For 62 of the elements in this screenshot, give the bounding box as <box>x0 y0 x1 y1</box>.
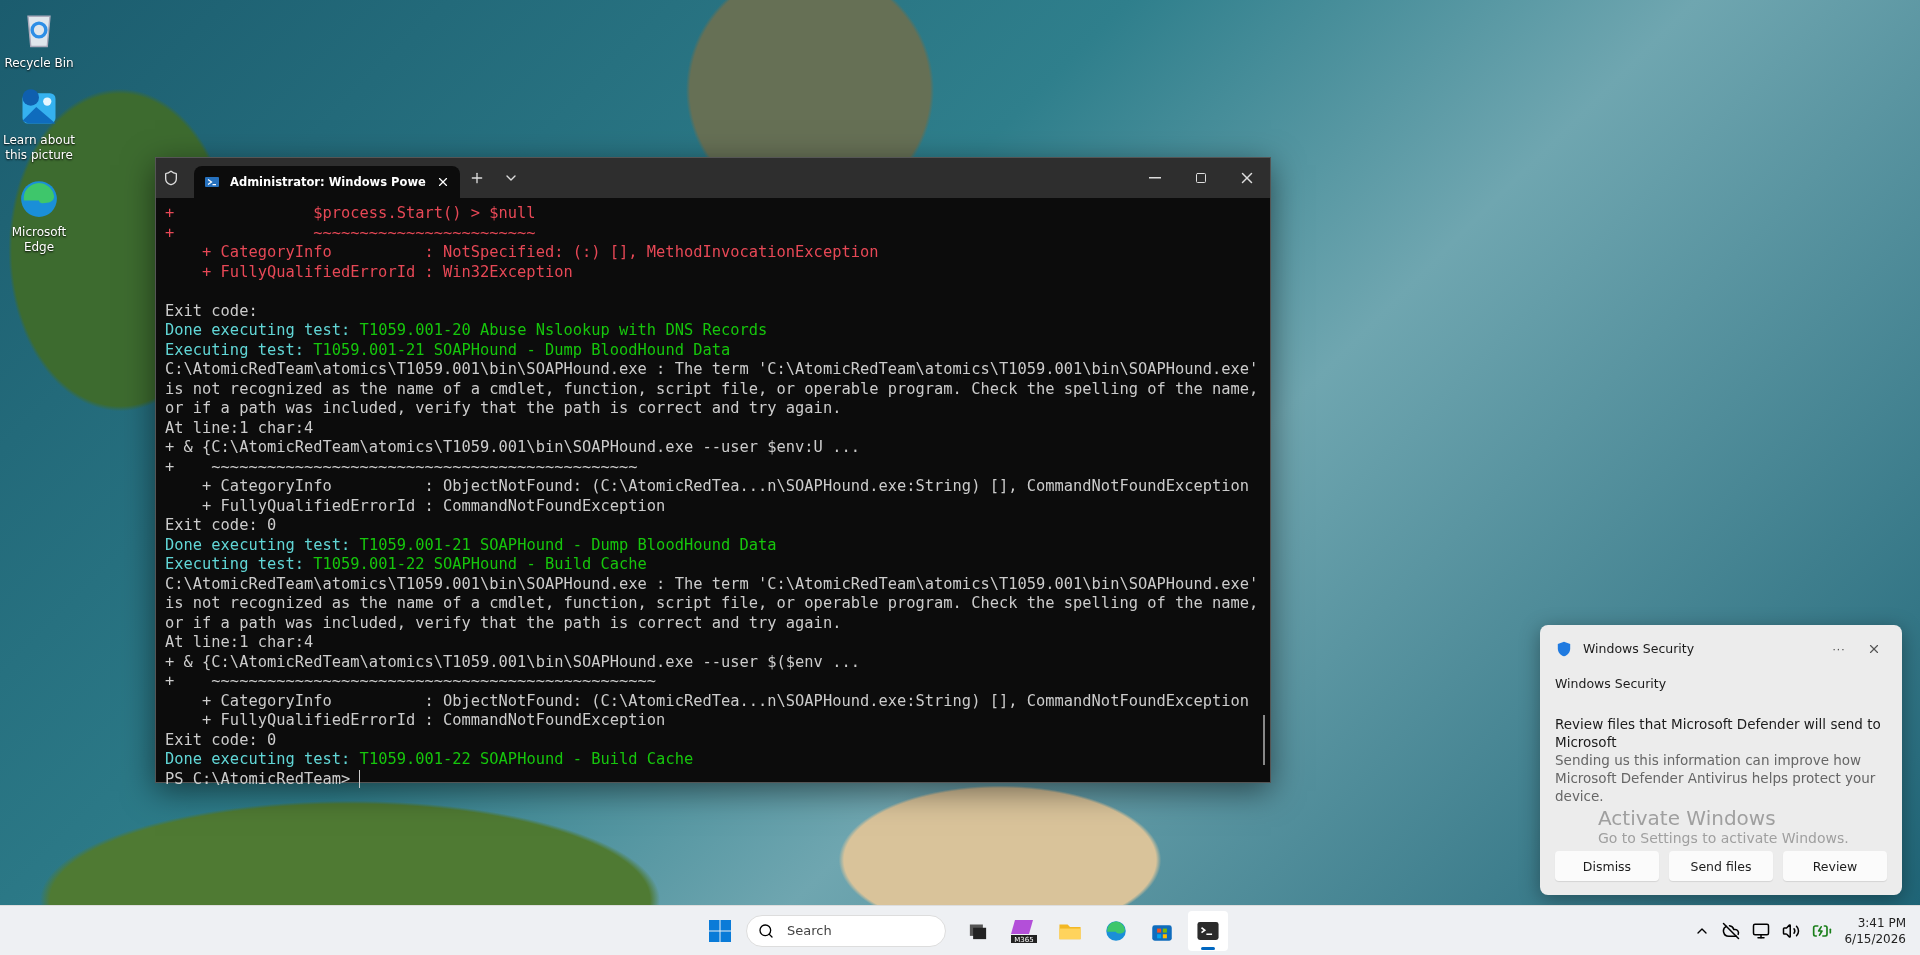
output-line: At line:1 char:4 <box>165 633 314 653</box>
test-name: T1059.001-21 SOAPHound - Dump BloodHound Data <box>359 535 777 555</box>
status-label: Done executing test: <box>165 535 351 555</box>
error-line: + FullyQualifiedErrorId : Win32Exception <box>201 262 573 282</box>
error-line: + $process.Start() > $null <box>165 204 536 224</box>
maximize-icon <box>1195 172 1207 184</box>
notification-app-name: Windows Security <box>1583 641 1696 656</box>
output-line: Exit code: 0 <box>165 516 277 536</box>
error-line: + CategoryInfo : NotSpecified: (:) [], MethodInvocationException <box>201 243 879 263</box>
output-line: or if a path was included, verify that the path is correct and try again. <box>165 613 842 633</box>
output-line: Exit code: 0 <box>165 730 277 750</box>
volume-icon[interactable] <box>1782 921 1801 940</box>
output-line: Exit code: <box>165 301 258 321</box>
text-cursor <box>359 769 361 788</box>
notification-heading: Review files that Microsoft Defender will send to Microsoft <box>1555 715 1882 751</box>
output-line: + ~~~~~~~~~~~~~~~~~~~~~~~~~~~~~~~~~~~~~~~~~~~~~~ <box>165 457 638 477</box>
windows-logo-icon <box>708 918 732 943</box>
taskbar-app-button[interactable] <box>1188 910 1228 951</box>
shield-icon <box>1555 639 1573 658</box>
output-line: C:\AtomicRedTeam\atomics\T1059.001\bin\SOAPHound.exe : The term 'C:\AtomicRedTeam\atomics\T1059.001\bin\SOAPHound.exe' <box>165 574 1259 594</box>
terminal-tab[interactable]: Administrator: Windows Powe <box>194 166 460 198</box>
activation-subtitle: Go to Settings to activate Windows. <box>1598 830 1849 846</box>
test-name: T1059.001-22 SOAPHound - Build Cache <box>359 750 694 770</box>
search-icon <box>758 922 774 939</box>
minimize-icon <box>1149 177 1161 179</box>
output-line: + FullyQualifiedErrorId : CommandNotFoundException <box>201 711 666 731</box>
status-label: Done executing test: <box>165 750 351 770</box>
output-line: C:\AtomicRedTeam\atomics\T1059.001\bin\SOAPHound.exe : The term 'C:\AtomicRedTeam\atomics\T1059.001\bin\SOAPHound.exe' <box>165 360 1259 380</box>
status-label: Executing test: <box>165 555 304 575</box>
shield-icon <box>163 170 179 186</box>
output-line: + CategoryInfo : ObjectNotFound: (C:\AtomicRedTea...n\SOAPHound.exe:String) [], CommandNotFoundException <box>201 477 1250 497</box>
error-line: + ~~~~~~~~~~~~~~~~~~~~~~~~ <box>165 223 536 243</box>
status-label: Done executing test: <box>165 321 351 341</box>
notification-source: Windows Security <box>1555 676 1668 691</box>
test-name: T1059.001-20 Abuse Nslookup with DNS Records <box>359 321 768 341</box>
cloud-off-icon[interactable] <box>1722 921 1741 940</box>
clock[interactable]: 3:41 PM 6/15/2026 <box>1844 914 1906 947</box>
output-line: + ~~~~~~~~~~~~~~~~~~~~~~~~~~~~~~~~~~~~~~~~~~~~~~~~ <box>165 672 657 692</box>
output-line: + & {C:\AtomicRedTeam\atomics\T1059.001\bin\SOAPHound.exe --user $env:U ... <box>165 438 860 458</box>
scrollbar[interactable] <box>1263 715 1265 765</box>
activation-title: Activate Windows <box>1598 806 1777 830</box>
notification-action-button[interactable]: Review <box>1783 851 1887 881</box>
output-line: At line:1 char:4 <box>165 418 314 438</box>
more-options-button[interactable]: ··· <box>1826 639 1851 658</box>
output-line: is not recognized as the name of a cmdlet, function, script file, or operable program. Check the spelling of the name, <box>165 379 1259 399</box>
output-line: + FullyQualifiedErrorId : CommandNotFoundException <box>201 496 666 516</box>
output-line: + & {C:\AtomicRedTeam\atomics\T1059.001\bin\SOAPHound.exe --user $($env ... <box>165 652 860 672</box>
status-label: Executing test: <box>165 340 304 360</box>
desktop-icon-label[interactable]: Learn about this picture <box>0 133 78 163</box>
output-line: is not recognized as the name of a cmdlet, function, script file, or operable program. Check the spelling of the name, <box>165 594 1259 614</box>
powershell-icon <box>204 174 220 190</box>
desktop-icon-label[interactable]: Recycle Bin <box>4 56 74 71</box>
notification-action-button[interactable]: Dismiss <box>1555 851 1659 881</box>
prompt-text: PS C:\AtomicRedTeam> <box>165 769 351 789</box>
notification-action-button[interactable]: Send files <box>1669 851 1773 881</box>
output-line: + CategoryInfo : ObjectNotFound: (C:\AtomicRedTea...n\SOAPHound.exe:String) [], CommandNotFoundException <box>201 691 1250 711</box>
notification-body: Sending us this information can improve how Microsoft Defender Antivirus helps protect your device. <box>1555 751 1877 805</box>
desktop-icon-label[interactable]: Microsoft Edge <box>0 225 78 255</box>
search-field[interactable]: Search <box>746 914 946 947</box>
test-name: T1059.001-22 SOAPHound - Build Cache <box>313 555 647 575</box>
output-line: or if a path was included, verify that the path is correct and try again. <box>165 399 842 419</box>
test-name: T1059.001-21 SOAPHound - Dump BloodHound Data <box>313 340 731 360</box>
